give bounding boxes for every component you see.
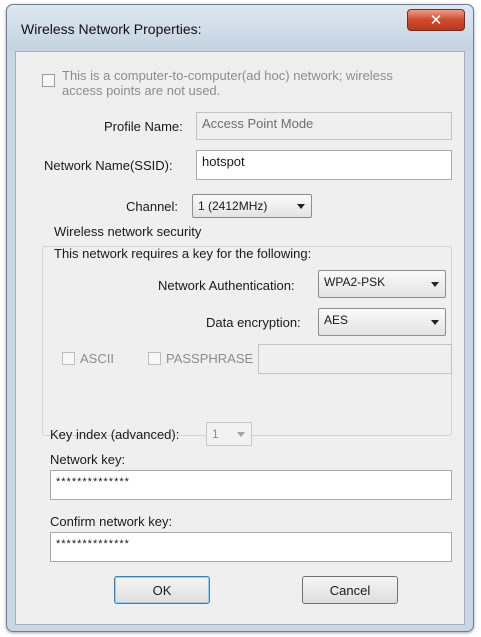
security-group-label: Wireless network security: [54, 224, 202, 239]
key-index-value: 1: [212, 427, 219, 441]
ssid-input[interactable]: hotspot: [196, 150, 452, 180]
adhoc-checkbox[interactable]: [42, 74, 55, 87]
wireless-properties-dialog: Wireless Network Properties: ✕ This is a…: [6, 4, 474, 632]
passphrase-label: PASSPHRASE: [166, 351, 254, 366]
confirm-key-input[interactable]: **************: [50, 532, 452, 562]
key-index-label: Key index (advanced):: [50, 427, 180, 442]
security-intro: This network requires a key for the foll…: [54, 246, 312, 261]
confirm-key-label: Confirm network key:: [50, 514, 173, 529]
ok-button[interactable]: OK: [114, 576, 210, 604]
encryption-value: AES: [324, 313, 349, 327]
adhoc-label-line2: access points are not used.: [62, 83, 221, 98]
ssid-label: Network Name(SSID):: [44, 158, 173, 173]
network-key-input[interactable]: **************: [50, 470, 452, 500]
profile-name-label: Profile Name:: [104, 119, 183, 134]
passphrase-checkbox[interactable]: [148, 352, 161, 365]
auth-select[interactable]: WPA2-PSK: [318, 270, 446, 298]
chevron-down-icon: [431, 320, 439, 325]
auth-value: WPA2-PSK: [324, 275, 386, 289]
dialog-body: This is a computer-to-computer(ad hoc) n…: [15, 51, 465, 625]
title-bar[interactable]: Wireless Network Properties: ✕: [7, 5, 473, 51]
encryption-label: Data encryption:: [206, 315, 301, 330]
key-index-select[interactable]: 1: [206, 422, 252, 446]
cancel-button[interactable]: Cancel: [302, 576, 398, 604]
channel-select[interactable]: 1 (2412MHz): [192, 194, 312, 218]
chevron-down-icon: [237, 432, 245, 437]
adhoc-label-line1: This is a computer-to-computer(ad hoc) n…: [62, 68, 393, 83]
encryption-select[interactable]: AES: [318, 308, 446, 336]
channel-label: Channel:: [126, 199, 179, 214]
chevron-down-icon: [297, 204, 305, 209]
close-button[interactable]: ✕: [407, 9, 465, 31]
channel-value: 1 (2412MHz): [198, 199, 268, 213]
close-icon: ✕: [429, 11, 443, 29]
ascii-label: ASCII: [80, 351, 114, 366]
ascii-checkbox[interactable]: [62, 352, 75, 365]
chevron-down-icon: [431, 282, 439, 287]
network-key-label: Network key:: [50, 452, 126, 467]
auth-label: Network Authentication:: [158, 278, 295, 293]
profile-name-field[interactable]: Access Point Mode: [196, 112, 452, 140]
passphrase-field[interactable]: [258, 344, 452, 374]
dialog-title: Wireless Network Properties:: [21, 21, 202, 37]
